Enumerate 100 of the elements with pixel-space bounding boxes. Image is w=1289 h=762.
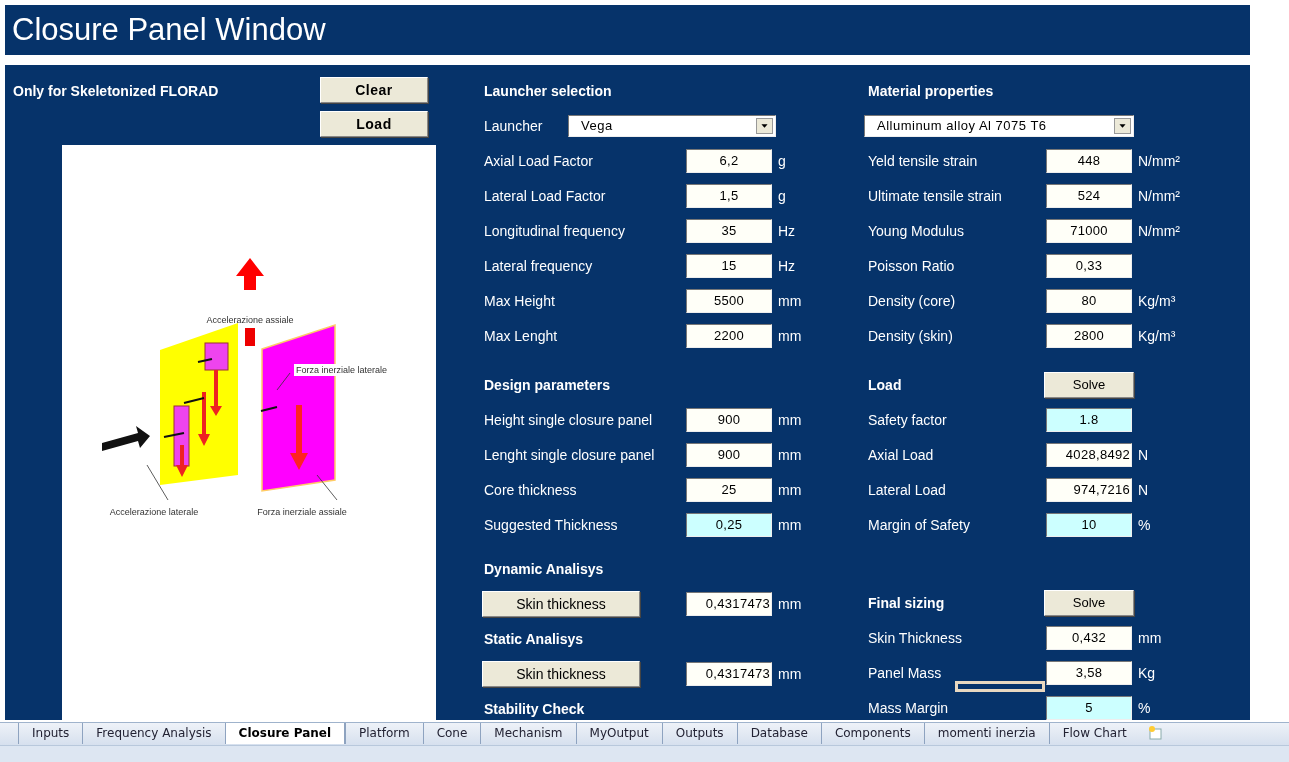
field-label: Axial Load Factor: [484, 152, 594, 169]
field-label: Core thickness: [484, 481, 578, 498]
field-label: Ultimate tensile strain: [868, 187, 1003, 204]
sheet-tab[interactable]: Database: [736, 723, 821, 744]
section-heading: Dynamic Analisys: [484, 560, 605, 577]
value-field[interactable]: 900: [686, 407, 772, 432]
unit-label: Hz: [778, 222, 796, 239]
sheet-tab[interactable]: Mechanism: [480, 723, 576, 744]
section-heading: Stability Check: [484, 700, 586, 717]
diagram-label: Accelerazione assiale: [206, 315, 294, 325]
unit-label: mm: [778, 665, 802, 682]
unit-label: g: [778, 187, 786, 204]
unit-label: Kg/m³: [1138, 327, 1176, 344]
value-field[interactable]: 0,4317473: [686, 661, 772, 686]
field-label: Panel Mass: [868, 664, 943, 681]
value-field[interactable]: 974,7216: [1046, 477, 1132, 502]
value-field[interactable]: 900: [686, 442, 772, 467]
field-label: Longitudinal frequency: [484, 222, 626, 239]
unit-label: %: [1138, 699, 1151, 716]
section-heading: Final sizing: [868, 594, 946, 611]
value-field[interactable]: 80: [1046, 288, 1132, 313]
sheet-tab[interactable]: Outputs: [661, 723, 737, 744]
field-label: Lenght single closure panel: [484, 446, 656, 463]
section-heading: Static Analisys: [484, 630, 585, 647]
value-field[interactable]: 35: [686, 218, 772, 243]
unit-label: Hz: [778, 257, 796, 274]
field-label: Lateral frequency: [484, 257, 594, 274]
sheet-tab[interactable]: Cone: [422, 723, 481, 744]
unit-label: N/mm²: [1138, 187, 1180, 204]
section-heading: Only for Skeletonized FLORAD: [13, 83, 219, 101]
unit-label: mm: [778, 411, 802, 428]
skin-thickness-button[interactable]: Skin thickness: [482, 590, 640, 617]
field-label: Young Modulus: [868, 222, 965, 239]
action-button[interactable]: Clear: [320, 77, 428, 103]
sheet-tab[interactable]: momenti inerzia: [923, 723, 1049, 744]
sheet-tab[interactable]: Flow Chart: [1048, 723, 1140, 744]
value-field[interactable]: 71000: [1046, 218, 1132, 243]
field-label: Safety factor: [868, 411, 948, 428]
unit-label: g: [778, 152, 786, 169]
unit-label: mm: [1138, 629, 1162, 646]
section-heading: Material properties: [868, 82, 995, 99]
section-heading: Design parameters: [484, 376, 612, 393]
field-label: Suggested Thickness: [484, 516, 619, 533]
dropdown[interactable]: Vega: [568, 114, 776, 137]
unit-label: Kg: [1138, 664, 1156, 681]
value-field[interactable]: 2200: [686, 323, 772, 348]
value-field[interactable]: 448: [1046, 148, 1132, 173]
field-label: Density (skin): [868, 327, 954, 344]
value-field[interactable]: 5500: [686, 288, 772, 313]
value-field[interactable]: 0,25: [686, 512, 772, 537]
value-field[interactable]: 0,432: [1046, 625, 1132, 650]
value-field[interactable]: 15: [686, 253, 772, 278]
sheet-tab[interactable]: Platform: [345, 723, 423, 744]
unit-label: N: [1138, 446, 1149, 463]
field-label: Density (core): [868, 292, 957, 309]
field-label: Axial Load: [868, 446, 935, 463]
skin-thickness-button[interactable]: Skin thickness: [482, 660, 640, 687]
value-field[interactable]: 1.8: [1046, 407, 1132, 432]
unit-label: mm: [778, 595, 802, 612]
value-field[interactable]: 25: [686, 477, 772, 502]
unit-label: mm: [778, 327, 802, 344]
sheet-tab[interactable]: Components: [820, 723, 924, 744]
unit-label: N: [1138, 481, 1149, 498]
sheet-tab[interactable]: Frequency Analysis: [82, 723, 225, 744]
field-label: Height single closure panel: [484, 411, 654, 428]
unit-label: N/mm²: [1138, 152, 1180, 169]
diagram-label: Forza inerziale laterale: [296, 365, 388, 375]
solve-button[interactable]: Solve: [1044, 371, 1134, 398]
value-field[interactable]: 6,2: [686, 148, 772, 173]
value-field[interactable]: 4028,8492: [1046, 442, 1132, 467]
field-label: Mass Margin: [868, 699, 950, 716]
field-label: Skin Thickness: [868, 629, 963, 646]
field-label: Lateral Load: [868, 481, 947, 498]
value-field[interactable]: 1,5: [686, 183, 772, 208]
value-field[interactable]: 10: [1046, 512, 1132, 537]
value-field[interactable]: 0,33: [1046, 253, 1132, 278]
field-label: Launcher: [484, 117, 544, 134]
field-label: Margin of Safety: [868, 516, 971, 533]
value-field[interactable]: 524: [1046, 183, 1132, 208]
unit-label: mm: [778, 516, 802, 533]
sheet-tab[interactable]: MyOutput: [575, 723, 662, 744]
solve-button[interactable]: Solve: [1044, 589, 1134, 616]
action-button[interactable]: Load: [320, 111, 428, 137]
value-field[interactable]: 3,58: [1046, 660, 1132, 685]
window-title: Closure Panel Window: [5, 5, 1250, 55]
unit-label: Kg/m³: [1138, 292, 1176, 309]
dropdown[interactable]: Alluminum alloy Al 7075 T6: [864, 114, 1134, 137]
unit-label: mm: [778, 481, 802, 498]
section-heading: Launcher selection: [484, 82, 613, 99]
diagram-label: Forza inerziale assiale: [257, 507, 347, 517]
value-field[interactable]: 2800: [1046, 323, 1132, 348]
unit-label: N/mm²: [1138, 222, 1180, 239]
unit-label: %: [1138, 516, 1151, 533]
field-label: Yeld tensile strain: [868, 152, 979, 169]
value-field[interactable]: 0,4317473: [686, 591, 772, 616]
field-label: Poisson Ratio: [868, 257, 956, 274]
sheet-tab[interactable]: Closure Panel: [224, 723, 346, 744]
value-field[interactable]: 5: [1046, 695, 1132, 720]
sheet-tab[interactable]: Inputs: [18, 723, 83, 744]
section-heading: Load: [868, 376, 903, 393]
